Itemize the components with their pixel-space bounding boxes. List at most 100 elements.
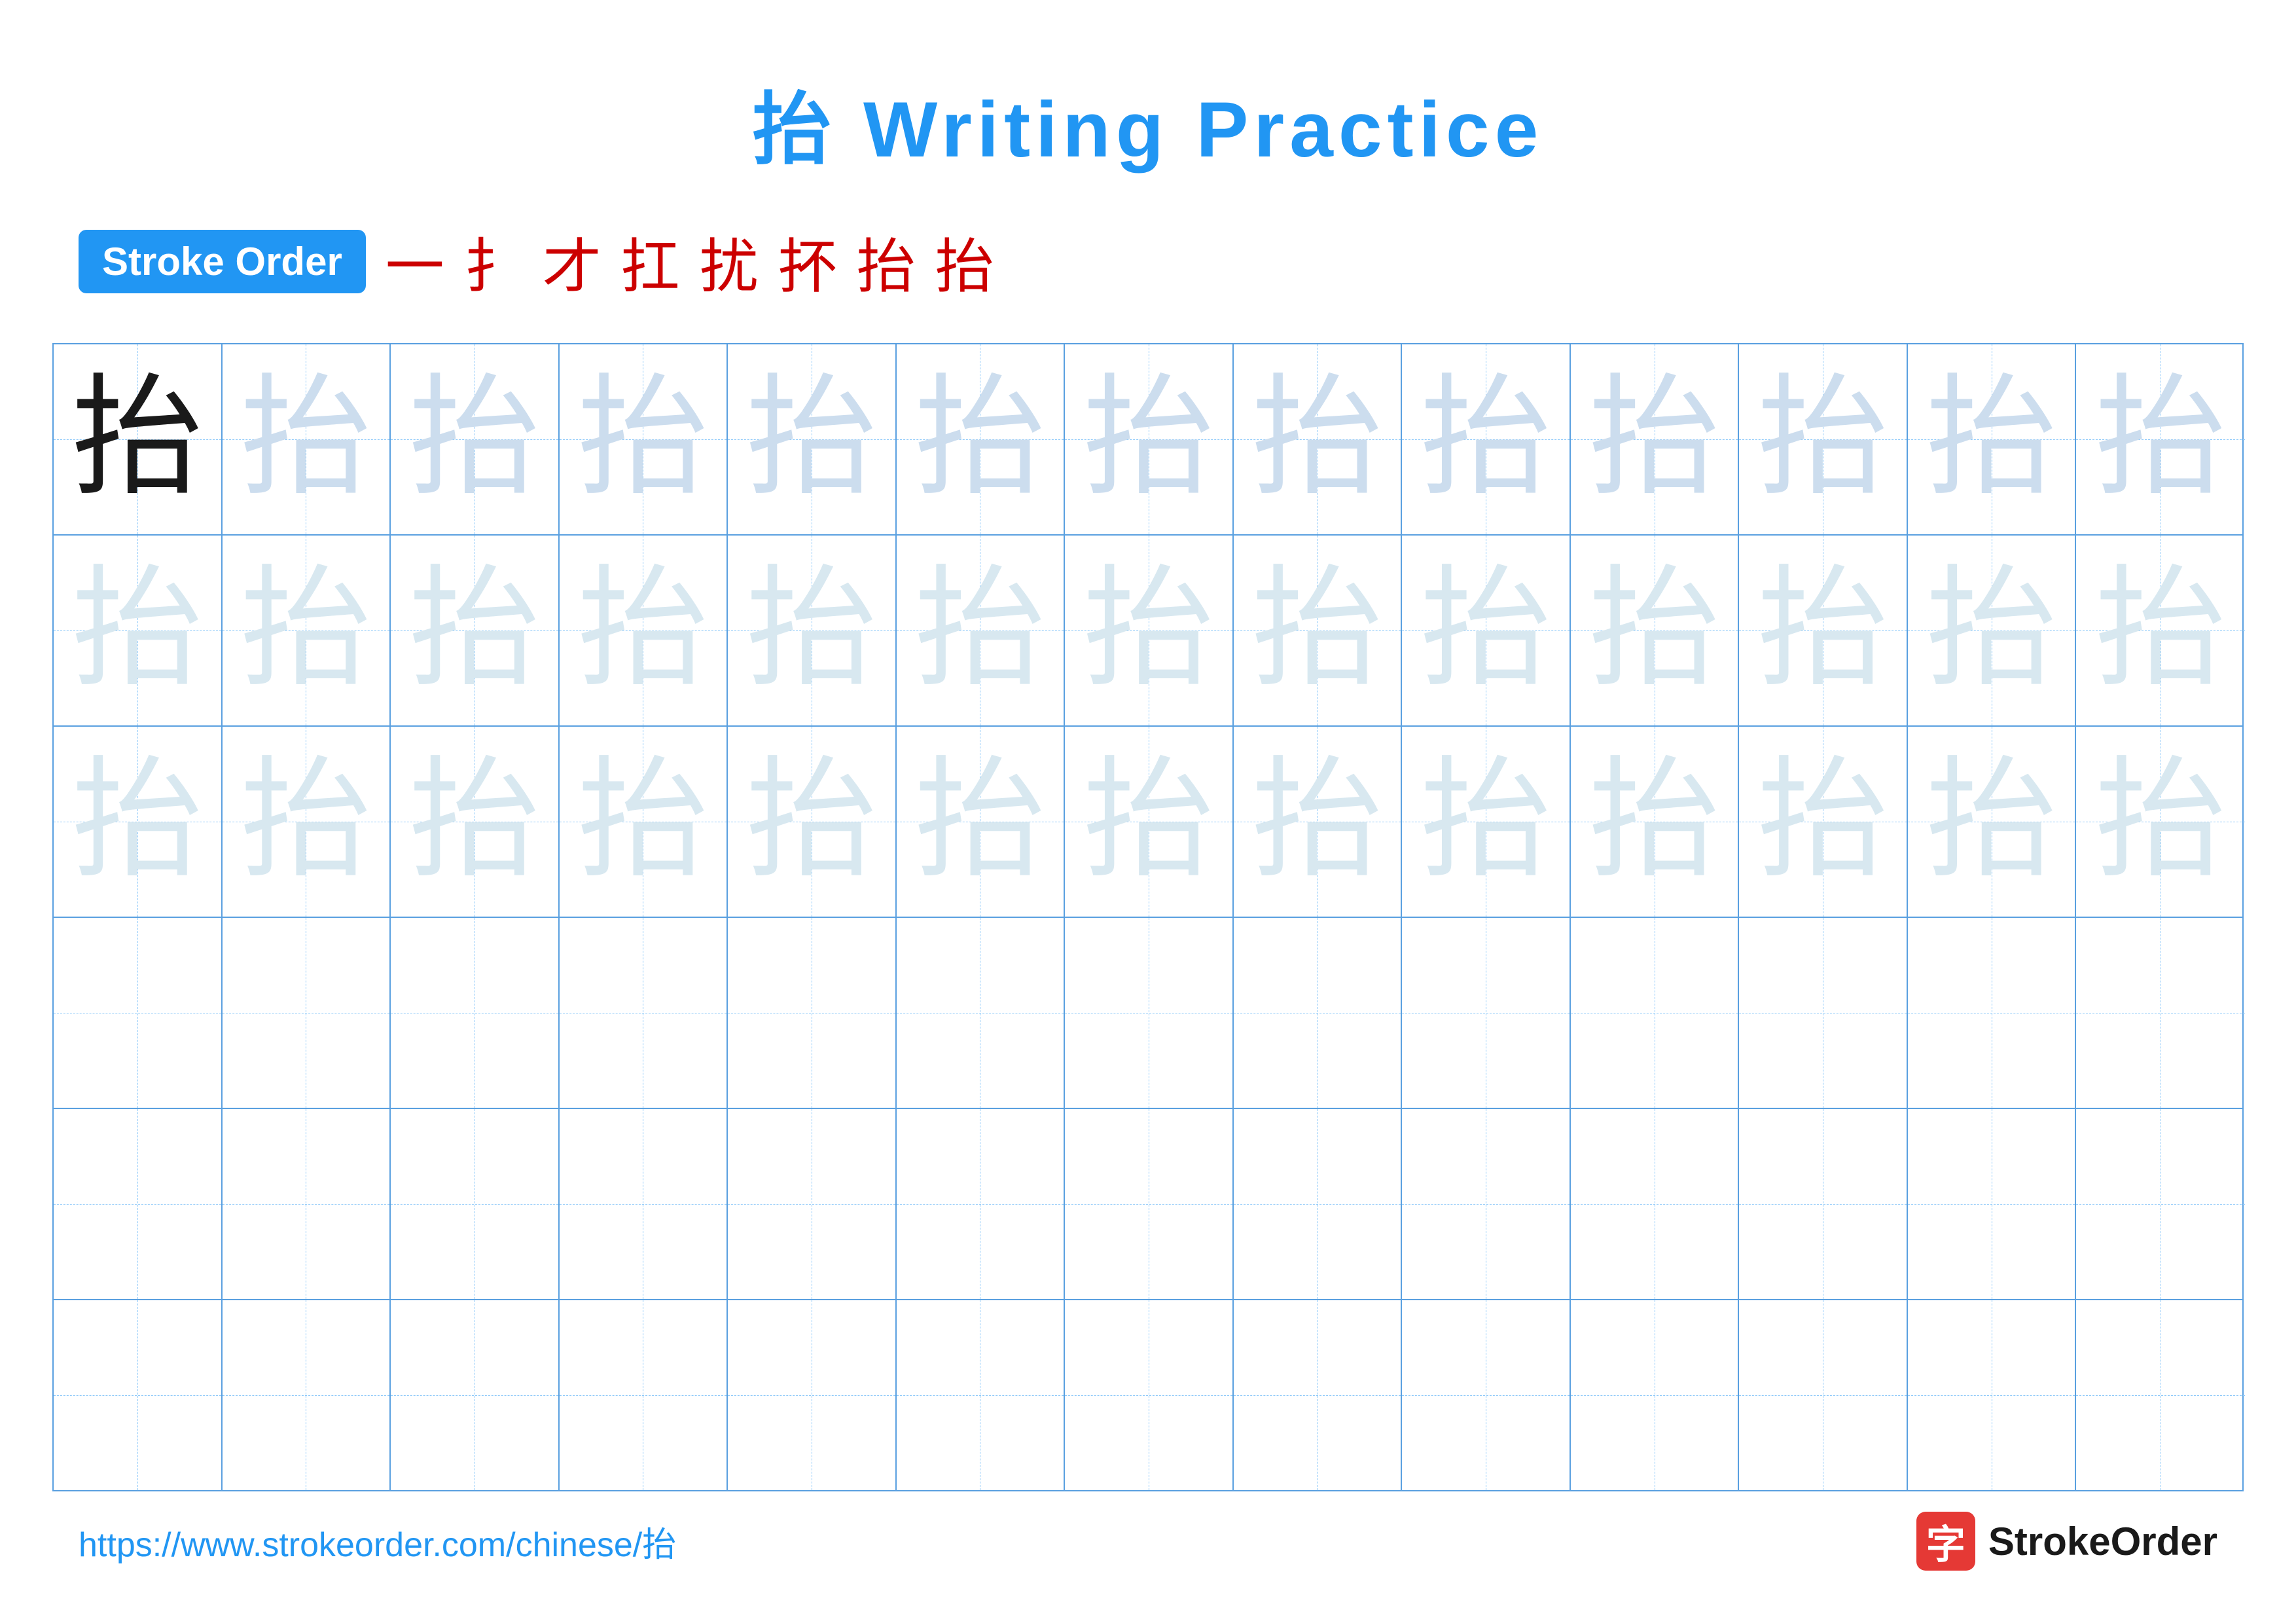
cell-r4-c5[interactable]: [728, 918, 897, 1108]
cell-r1-c11[interactable]: 抬: [1739, 344, 1908, 534]
cell-r3-c11[interactable]: 抬: [1739, 727, 1908, 917]
cell-r4-c4[interactable]: [560, 918, 728, 1108]
cell-r4-c11[interactable]: [1739, 918, 1908, 1108]
cell-r6-c10[interactable]: [1571, 1300, 1740, 1490]
cell-r1-c5[interactable]: 抬: [728, 344, 897, 534]
cell-r6-c12[interactable]: [1908, 1300, 2077, 1490]
cell-r5-c5[interactable]: [728, 1109, 897, 1299]
practice-grid: 抬 抬 抬 抬 抬 抬 抬 抬 抬 抬 抬 抬 抬 抬 抬 抬 抬 抬 抬 抬 …: [52, 343, 2244, 1491]
cell-r2-c13[interactable]: 抬: [2076, 536, 2245, 725]
cell-r2-c7[interactable]: 抬: [1065, 536, 1234, 725]
cell-r3-c4[interactable]: 抬: [560, 727, 728, 917]
stroke-seq-3: 才: [543, 219, 601, 304]
stroke-seq-1: 一: [386, 219, 444, 304]
grid-row-3: 抬 抬 抬 抬 抬 抬 抬 抬 抬 抬 抬 抬 抬: [54, 727, 2242, 918]
cell-r3-c1[interactable]: 抬: [54, 727, 223, 917]
cell-r2-c5[interactable]: 抬: [728, 536, 897, 725]
cell-r1-c8[interactable]: 抬: [1234, 344, 1403, 534]
cell-r6-c3[interactable]: [391, 1300, 560, 1490]
cell-r6-c8[interactable]: [1234, 1300, 1403, 1490]
cell-r5-c1[interactable]: [54, 1109, 223, 1299]
cell-r2-c9[interactable]: 抬: [1402, 536, 1571, 725]
footer-brand: 字 StrokeOrder: [1916, 1512, 2217, 1571]
cell-r4-c8[interactable]: [1234, 918, 1403, 1108]
cell-r6-c7[interactable]: [1065, 1300, 1234, 1490]
cell-r1-c7[interactable]: 抬: [1065, 344, 1234, 534]
cell-r5-c13[interactable]: [2076, 1109, 2245, 1299]
cell-r5-c12[interactable]: [1908, 1109, 2077, 1299]
cell-r5-c8[interactable]: [1234, 1109, 1403, 1299]
cell-r6-c11[interactable]: [1739, 1300, 1908, 1490]
grid-row-2: 抬 抬 抬 抬 抬 抬 抬 抬 抬 抬 抬 抬 抬: [54, 536, 2242, 727]
stroke-seq-8: 抬: [935, 219, 994, 304]
stroke-seq-4: 扛: [621, 219, 680, 304]
cell-r1-c13[interactable]: 抬: [2076, 344, 2245, 534]
cell-r2-c6[interactable]: 抬: [897, 536, 1066, 725]
cell-r3-c2[interactable]: 抬: [223, 727, 391, 917]
cell-r2-c8[interactable]: 抬: [1234, 536, 1403, 725]
cell-r5-c7[interactable]: [1065, 1109, 1234, 1299]
cell-r4-c6[interactable]: [897, 918, 1066, 1108]
cell-r6-c1[interactable]: [54, 1300, 223, 1490]
cell-r2-c3[interactable]: 抬: [391, 536, 560, 725]
cell-r5-c6[interactable]: [897, 1109, 1066, 1299]
cell-r5-c4[interactable]: [560, 1109, 728, 1299]
cell-r2-c1[interactable]: 抬: [54, 536, 223, 725]
cell-r1-c10[interactable]: 抬: [1571, 344, 1740, 534]
cell-r1-c12[interactable]: 抬: [1908, 344, 2077, 534]
cell-r6-c5[interactable]: [728, 1300, 897, 1490]
grid-row-4: [54, 918, 2242, 1109]
stroke-sequence: 一 扌 才 扛 扰 抔 抬 抬: [386, 219, 994, 304]
cell-r6-c2[interactable]: [223, 1300, 391, 1490]
footer-brand-name: StrokeOrder: [1988, 1519, 2217, 1564]
stroke-seq-7: 抬: [857, 219, 916, 304]
cell-r4-c3[interactable]: [391, 918, 560, 1108]
cell-r2-c12[interactable]: 抬: [1908, 536, 2077, 725]
cell-r5-c2[interactable]: [223, 1109, 391, 1299]
cell-r1-c3[interactable]: 抬: [391, 344, 560, 534]
cell-r3-c8[interactable]: 抬: [1234, 727, 1403, 917]
cell-r5-c9[interactable]: [1402, 1109, 1571, 1299]
cell-r3-c12[interactable]: 抬: [1908, 727, 2077, 917]
cell-r5-c10[interactable]: [1571, 1109, 1740, 1299]
page-title: 抬 Writing Practice: [0, 0, 2296, 179]
cell-r3-c3[interactable]: 抬: [391, 727, 560, 917]
cell-r2-c11[interactable]: 抬: [1739, 536, 1908, 725]
stroke-seq-5: 扰: [700, 219, 759, 304]
cell-r4-c2[interactable]: [223, 918, 391, 1108]
cell-r5-c11[interactable]: [1739, 1109, 1908, 1299]
cell-r6-c9[interactable]: [1402, 1300, 1571, 1490]
cell-r4-c10[interactable]: [1571, 918, 1740, 1108]
cell-r1-c2[interactable]: 抬: [223, 344, 391, 534]
cell-r3-c9[interactable]: 抬: [1402, 727, 1571, 917]
cell-r3-c5[interactable]: 抬: [728, 727, 897, 917]
cell-r2-c2[interactable]: 抬: [223, 536, 391, 725]
cell-r6-c6[interactable]: [897, 1300, 1066, 1490]
cell-r1-c1[interactable]: 抬: [54, 344, 223, 534]
cell-r2-c4[interactable]: 抬: [560, 536, 728, 725]
cell-r4-c9[interactable]: [1402, 918, 1571, 1108]
cell-r1-c9[interactable]: 抬: [1402, 344, 1571, 534]
cell-r4-c12[interactable]: [1908, 918, 2077, 1108]
stroke-order-badge: Stroke Order: [79, 230, 366, 293]
cell-r3-c7[interactable]: 抬: [1065, 727, 1234, 917]
cell-r4-c13[interactable]: [2076, 918, 2245, 1108]
cell-r1-c6[interactable]: 抬: [897, 344, 1066, 534]
cell-r3-c6[interactable]: 抬: [897, 727, 1066, 917]
cell-r6-c13[interactable]: [2076, 1300, 2245, 1490]
cell-r2-c10[interactable]: 抬: [1571, 536, 1740, 725]
grid-row-1: 抬 抬 抬 抬 抬 抬 抬 抬 抬 抬 抬 抬 抬: [54, 344, 2242, 536]
cell-r3-c13[interactable]: 抬: [2076, 727, 2245, 917]
stroke-order-section: Stroke Order 一 扌 才 扛 扰 抔 抬 抬: [0, 179, 2296, 330]
cell-r6-c4[interactable]: [560, 1300, 728, 1490]
char-solid: 抬: [72, 374, 203, 505]
cell-r3-c10[interactable]: 抬: [1571, 727, 1740, 917]
cell-r1-c4[interactable]: 抬: [560, 344, 728, 534]
grid-row-6: [54, 1300, 2242, 1490]
footer-logo-icon: 字: [1916, 1512, 1975, 1571]
cell-r4-c1[interactable]: [54, 918, 223, 1108]
cell-r4-c7[interactable]: [1065, 918, 1234, 1108]
grid-row-5: [54, 1109, 2242, 1300]
footer-url: https://www.strokeorder.com/chinese/抬: [79, 1517, 676, 1566]
cell-r5-c3[interactable]: [391, 1109, 560, 1299]
